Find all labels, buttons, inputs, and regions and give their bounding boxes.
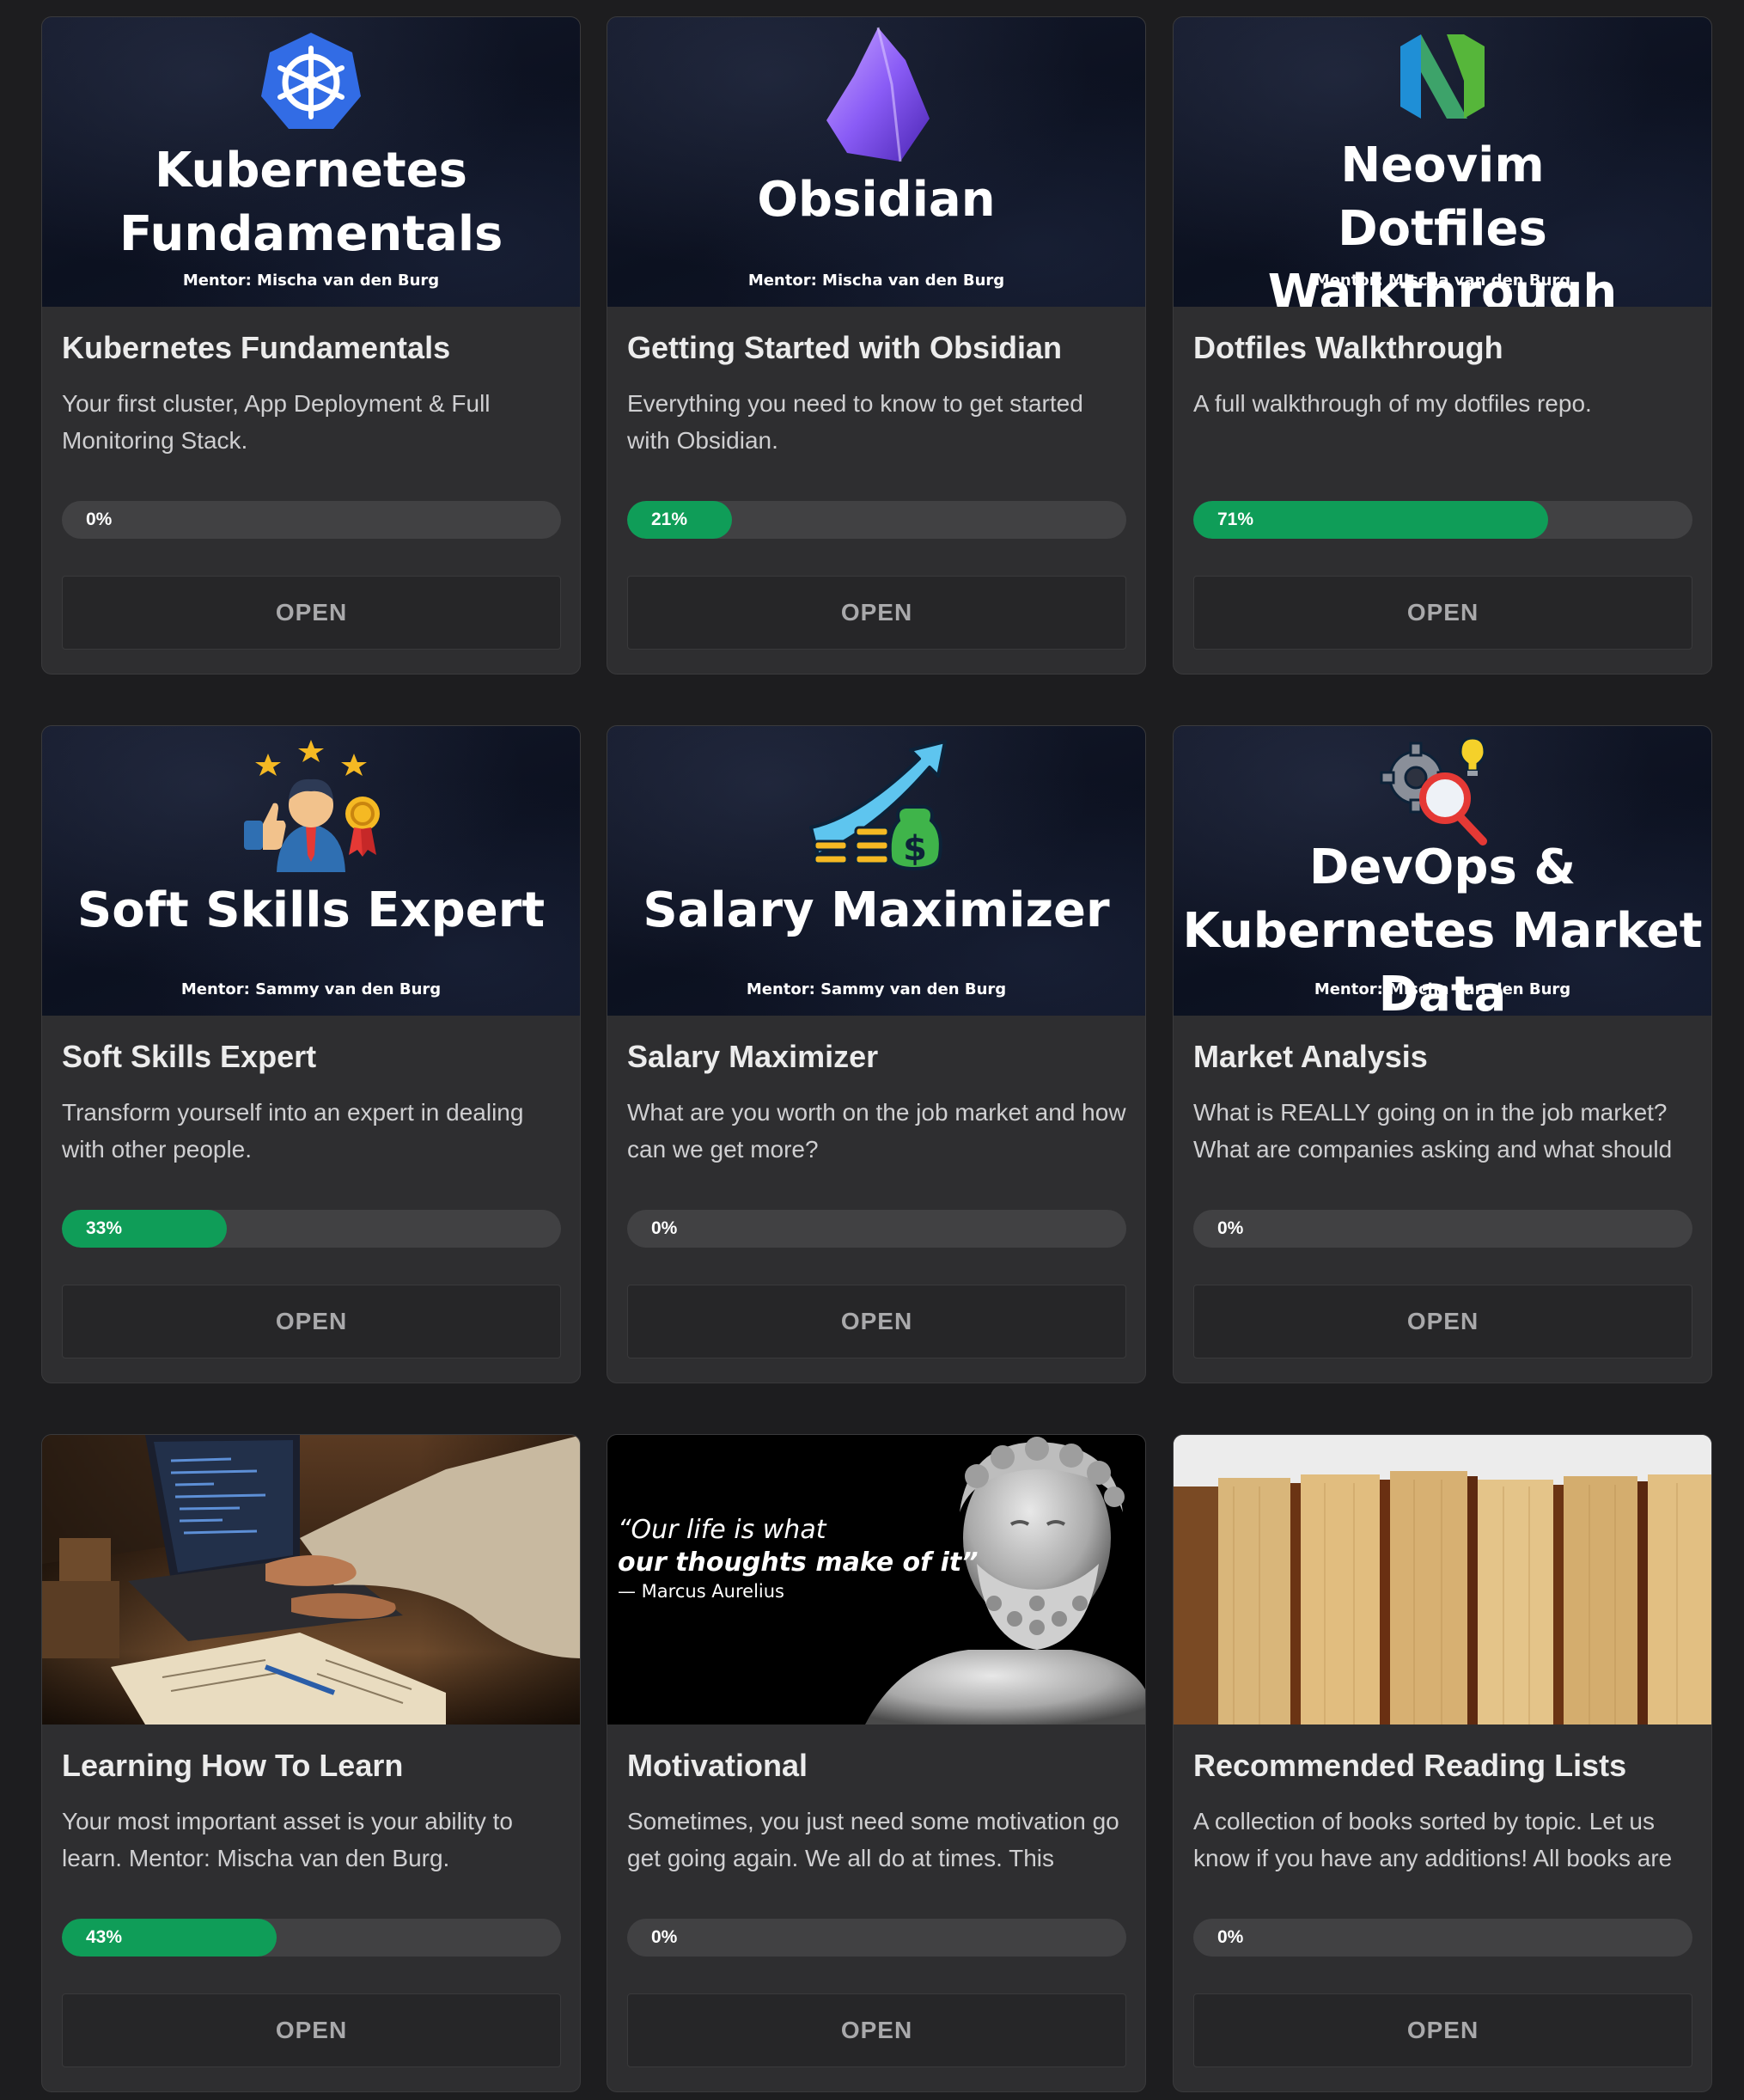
open-button[interactable]: OPEN: [627, 1993, 1126, 2067]
course-card-soft-skills: Soft Skills Expert Mentor: Sammy van den…: [41, 725, 581, 1383]
course-title: Market Analysis: [1193, 1039, 1428, 1074]
course-title: Kubernetes Fundamentals: [62, 330, 451, 365]
course-description: Your most important asset is your abilit…: [62, 1808, 513, 1871]
course-banner[interactable]: Kubernetes Fundamentals Mentor: Mischa v…: [42, 17, 580, 307]
banner-mentor: Mentor: Mischa van den Burg: [747, 272, 1005, 290]
course-title: Learning How To Learn: [62, 1748, 404, 1783]
open-button[interactable]: OPEN: [62, 576, 561, 650]
progress-label: 0%: [1217, 1927, 1244, 1947]
course-card-salary: $ Salary Maximizer Mentor: Sammy van den…: [607, 725, 1146, 1383]
businessman-icon: [244, 740, 380, 872]
banner-title: Soft Skills Expert: [76, 882, 546, 938]
quote: “Our life is what our thoughts make of i…: [618, 1514, 979, 1579]
course-title: Motivational: [627, 1748, 808, 1783]
course-description: Sometimes, you just need some motivation…: [627, 1808, 1119, 1871]
money-growth-icon: $: [809, 740, 947, 871]
progress-bar: 33%: [62, 1210, 561, 1248]
banner-mentor: Mentor: Mischa van den Burg: [182, 272, 440, 290]
bust-illustration: [865, 1437, 1145, 1725]
open-button[interactable]: OPEN: [62, 1993, 561, 2067]
course-banner[interactable]: $ Salary Maximizer Mentor: Sammy van den…: [607, 726, 1145, 1016]
course-banner[interactable]: Soft Skills Expert Mentor: Sammy van den…: [42, 726, 580, 1016]
banner-title: Obsidian: [757, 172, 996, 228]
kubernetes-icon: [261, 33, 361, 129]
course-description: A collection of books sorted by topic. L…: [1193, 1808, 1673, 1871]
open-button[interactable]: OPEN: [1193, 1993, 1692, 2067]
open-button[interactable]: OPEN: [1193, 576, 1692, 650]
open-button[interactable]: OPEN: [627, 1285, 1126, 1358]
svg-text:$: $: [903, 829, 927, 869]
progress-bar: 0%: [627, 1210, 1126, 1248]
course-card-kubernetes: Kubernetes Fundamentals Mentor: Mischa v…: [41, 16, 581, 675]
course-description: Everything you need to know to get start…: [627, 390, 1083, 454]
course-description: What is REALLY going on in the job marke…: [1193, 1099, 1673, 1163]
course-title: Getting Started with Obsidian: [627, 330, 1063, 365]
progress-bar: 0%: [1193, 1919, 1692, 1957]
marcus-aurelius-bust[interactable]: “Our life is what our thoughts make of i…: [607, 1435, 1145, 1725]
banner-mentor: Mentor: Mischa van den Burg: [1314, 980, 1571, 998]
banner-mentor: Mentor: Sammy van den Burg: [746, 980, 1007, 998]
progress-bar: 0%: [627, 1919, 1126, 1957]
course-card-learning: Learning How To Learn Your most importan…: [41, 1434, 581, 2092]
course-title: Salary Maximizer: [627, 1039, 879, 1074]
books-illustration: [1174, 1435, 1711, 1725]
banner-mentor: Mentor: Sammy van den Burg: [180, 980, 442, 998]
progress-label: 0%: [651, 1927, 678, 1947]
quote-line-2: our thoughts make of it”: [618, 1548, 979, 1578]
course-banner[interactable]: DevOps & Kubernetes Market Data Mentor: …: [1174, 726, 1711, 1016]
course-banner[interactable]: Obsidian Mentor: Mischa van den Burg: [607, 17, 1145, 307]
progress-bar: 21%: [627, 501, 1126, 539]
course-card-neovim: Neovim Dotfiles Walkthrough Mentor: Misc…: [1173, 16, 1712, 675]
open-button[interactable]: OPEN: [62, 1285, 561, 1358]
course-title: Soft Skills Expert: [62, 1039, 317, 1074]
gear-search-icon: [1380, 736, 1487, 845]
course-description: A full walkthrough of my dotfiles repo.: [1193, 390, 1592, 417]
banner-title: Salary Maximizer: [643, 882, 1110, 938]
course-banner[interactable]: Neovim Dotfiles Walkthrough Mentor: Misc…: [1174, 17, 1711, 307]
course-description: Your first cluster, App Deployment & Ful…: [62, 390, 491, 454]
progress-label: 0%: [86, 510, 113, 529]
quote-line-1: “Our life is what: [618, 1515, 826, 1545]
quote-author: — Marcus Aurelius: [618, 1581, 784, 1602]
obsidian-icon: [826, 27, 930, 162]
progress-label: 21%: [651, 510, 688, 529]
course-card-reading-lists: Recommended Reading Lists A collection o…: [1173, 1434, 1712, 2092]
course-description: Transform yourself into an expert in dea…: [62, 1099, 524, 1163]
progress-label: 33%: [86, 1218, 123, 1238]
course-description: What are you worth on the job market and…: [627, 1099, 1126, 1163]
course-title: Recommended Reading Lists: [1193, 1748, 1627, 1783]
progress-label: 0%: [651, 1218, 678, 1238]
progress-label: 0%: [1217, 1218, 1244, 1238]
open-button[interactable]: OPEN: [627, 576, 1126, 650]
progress-bar: 0%: [62, 501, 561, 539]
progress-bar: 71%: [1193, 501, 1692, 539]
open-button[interactable]: OPEN: [1193, 1285, 1692, 1358]
progress-label: 43%: [86, 1927, 123, 1947]
progress-bar: 0%: [1193, 1210, 1692, 1248]
course-title: Dotfiles Walkthrough: [1193, 330, 1503, 365]
neovim-icon: [1400, 34, 1485, 119]
course-card-motivational: “Our life is what our thoughts make of i…: [607, 1434, 1146, 2092]
course-card-obsidian: Obsidian Mentor: Mischa van den Burg Get…: [607, 16, 1146, 675]
progress-label: 71%: [1217, 510, 1254, 529]
course-card-market-analysis: DevOps & Kubernetes Market Data Mentor: …: [1173, 725, 1712, 1383]
progress-bar: 43%: [62, 1919, 561, 1957]
study-photo[interactable]: [42, 1435, 580, 1725]
study-scene-illustration: [42, 1435, 580, 1725]
books-photo[interactable]: [1174, 1435, 1711, 1725]
banner-title: Kubernetes Fundamentals: [119, 143, 503, 262]
banner-mentor: Mentor: Mischa van den Burg: [1314, 272, 1571, 290]
